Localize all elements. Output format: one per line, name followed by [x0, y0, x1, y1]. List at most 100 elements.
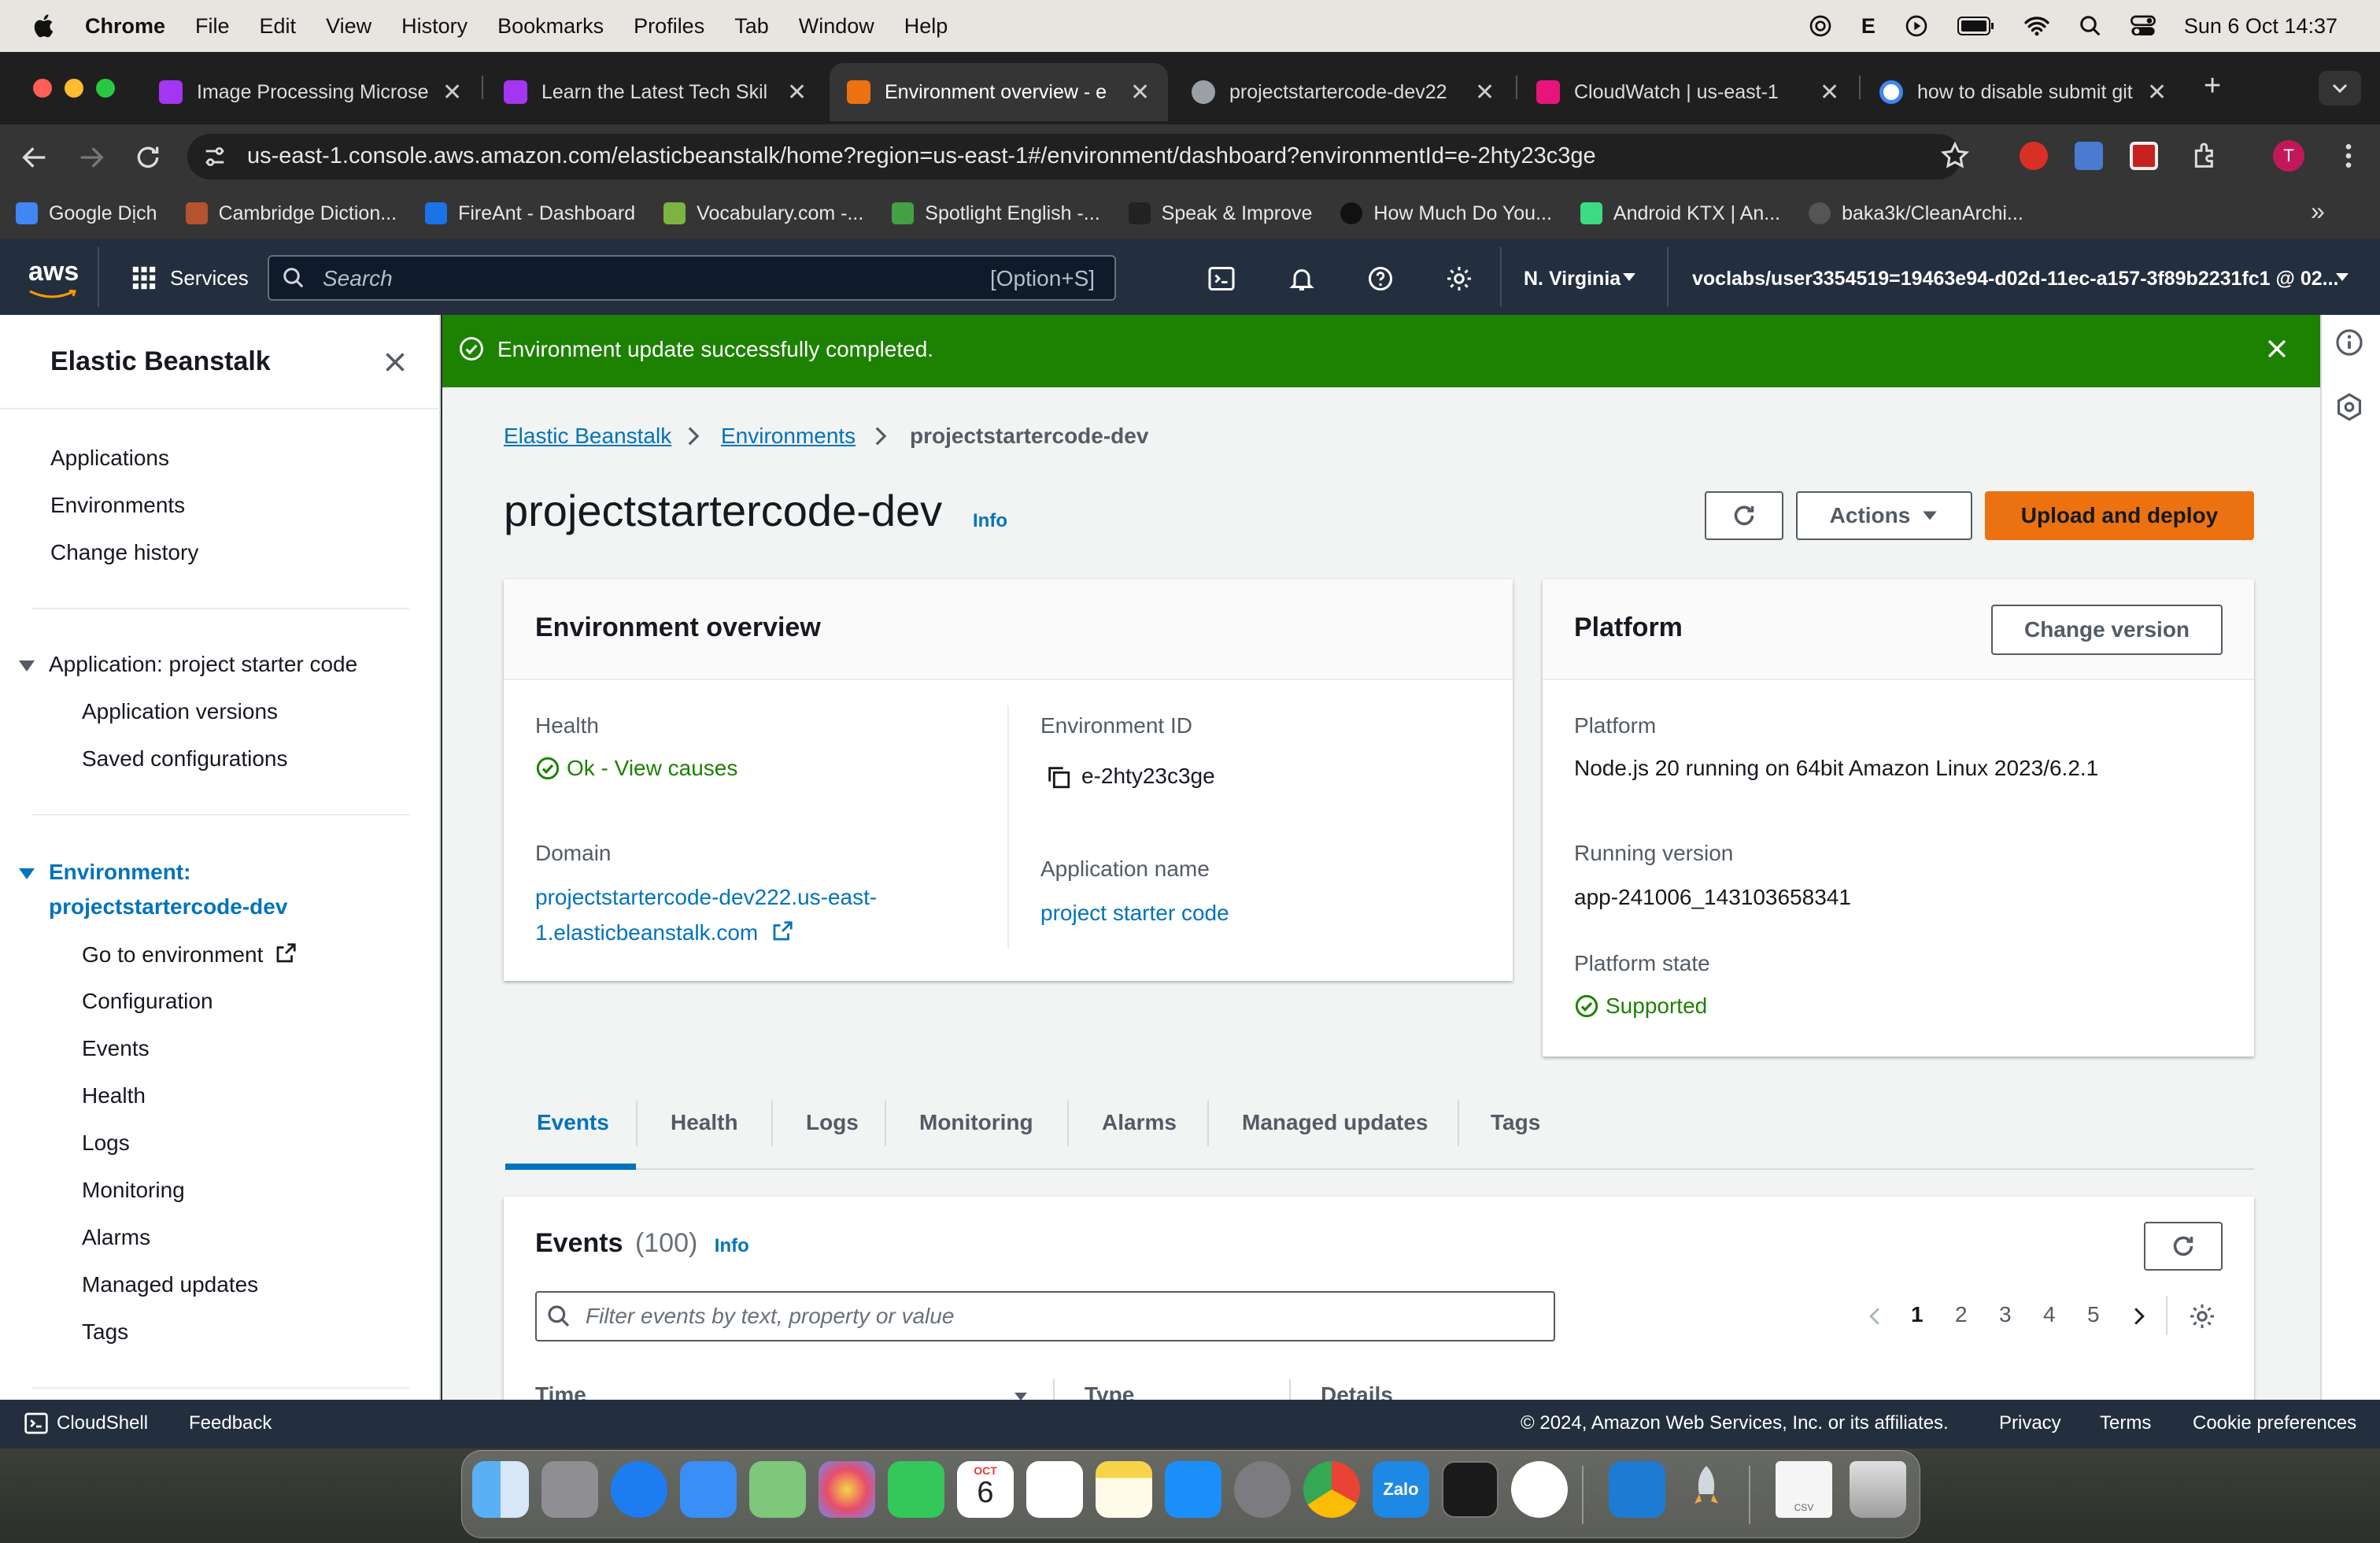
account-menu[interactable]: voclabs/user3354519=19463e94-d02d-11ec-a…	[1692, 268, 2338, 290]
facetime-icon[interactable]	[888, 1461, 944, 1518]
tab-managed-updates[interactable]: Managed updates	[1242, 1110, 1428, 1135]
browser-tab[interactable]: Image Processing Microse ✕	[142, 63, 472, 121]
launchpad-icon[interactable]	[541, 1461, 598, 1518]
minimize-window-button[interactable]	[65, 79, 83, 98]
bookmark-item[interactable]: FireAnt - Dashboard	[425, 202, 635, 225]
battery-icon[interactable]	[1957, 16, 1995, 36]
extension-icon[interactable]	[2130, 142, 2158, 170]
sidebar-section-application[interactable]: Application: project starter code	[49, 652, 357, 677]
translate-extension-icon[interactable]	[2075, 142, 2103, 170]
browser-tab[interactable]: CloudWatch | us-east-1 ✕	[1519, 63, 1850, 121]
services-grid-icon[interactable]	[131, 265, 157, 291]
apple-icon[interactable]	[31, 13, 58, 39]
dismiss-flash-icon[interactable]	[2264, 335, 2290, 362]
close-tab-icon[interactable]: ✕	[442, 79, 462, 106]
extensions-puzzle-icon[interactable]	[2190, 140, 2221, 172]
tab-logs[interactable]: Logs	[806, 1110, 859, 1135]
spotlight-search-icon[interactable]	[2079, 14, 2102, 38]
chrome-icon[interactable]	[1303, 1461, 1360, 1518]
upload-and-deploy-button[interactable]: Upload and deploy	[1985, 491, 2254, 540]
sidebar-section-environment-name[interactable]: projectstartercode-dev	[49, 894, 287, 920]
notes-icon[interactable]	[1096, 1461, 1152, 1518]
close-window-button[interactable]	[33, 79, 52, 98]
rocket-app-icon[interactable]	[1678, 1461, 1735, 1518]
page-4[interactable]: 4	[2043, 1302, 2056, 1327]
new-tab-icon[interactable]: +	[2204, 69, 2221, 103]
refresh-button[interactable]	[1705, 491, 1783, 540]
events-refresh-button[interactable]	[2144, 1222, 2223, 1271]
services-menu[interactable]: Services	[170, 266, 249, 290]
browser-tab[interactable]: Learn the Latest Tech Skil ✕	[486, 63, 817, 121]
tab-monitoring[interactable]: Monitoring	[919, 1110, 1033, 1135]
sidebar-item-tags[interactable]: Tags	[82, 1319, 128, 1345]
cloudshell-icon[interactable]	[1207, 265, 1236, 293]
browser-tab-active[interactable]: Environment overview - e ✕	[830, 63, 1168, 121]
menu-profiles[interactable]: Profiles	[634, 14, 704, 39]
url-text[interactable]: us-east-1.console.aws.amazon.com/elastic…	[247, 143, 1596, 169]
help-icon[interactable]	[1366, 265, 1395, 293]
table-preferences-gear-icon[interactable]	[2188, 1302, 2216, 1330]
sidebar-item-configuration[interactable]: Configuration	[82, 989, 213, 1014]
menu-help[interactable]: Help	[904, 14, 948, 39]
cloudshell-footer-icon[interactable]	[24, 1411, 49, 1436]
sidebar-item-monitoring[interactable]: Monitoring	[82, 1178, 185, 1203]
control-center-icon[interactable]	[2130, 14, 2156, 38]
browser-tab[interactable]: projectstartercode-dev22 ✕	[1174, 63, 1505, 121]
page-2[interactable]: 2	[1955, 1302, 1968, 1327]
sidebar-item-logs[interactable]: Logs	[82, 1130, 130, 1156]
expand-caret-down-icon[interactable]	[17, 658, 36, 674]
menu-history[interactable]: History	[401, 14, 468, 39]
site-info-icon[interactable]	[201, 143, 228, 170]
events-info-link[interactable]: Info	[715, 1235, 749, 1256]
chatgpt-icon[interactable]	[1808, 13, 1833, 39]
bookmark-item[interactable]: Google Dịch	[16, 202, 157, 225]
bookmark-item[interactable]: Vocabulary.com -...	[663, 202, 863, 225]
close-tab-icon[interactable]: ✕	[1820, 79, 1839, 106]
app-store-icon[interactable]	[1165, 1461, 1221, 1518]
bookmark-item[interactable]: How Much Do You...	[1340, 202, 1552, 225]
calendar-icon[interactable]: OCT 6	[957, 1461, 1014, 1518]
sidebar-item-change-history[interactable]: Change history	[50, 540, 198, 565]
aws-search-input[interactable]	[268, 255, 1116, 301]
bookmark-item[interactable]: Spotlight English -...	[892, 202, 1100, 225]
trash-icon[interactable]	[1850, 1461, 1906, 1518]
play-circle-icon[interactable]	[1904, 13, 1929, 39]
bookmark-item[interactable]: Speak & Improve	[1128, 202, 1312, 225]
info-panel-icon[interactable]	[2334, 327, 2364, 357]
mail-icon[interactable]	[680, 1461, 737, 1518]
page-3[interactable]: 3	[1999, 1302, 2012, 1327]
sidebar-section-environment[interactable]: Environment:	[49, 860, 190, 885]
browser-tab[interactable]: how to disable submit git ✕	[1862, 63, 2177, 121]
tab-tags[interactable]: Tags	[1491, 1110, 1540, 1135]
wifi-icon[interactable]	[2023, 15, 2050, 37]
terminal-icon[interactable]	[1442, 1461, 1499, 1518]
menu-window[interactable]: Window	[799, 14, 874, 39]
input-source-indicator[interactable]: E	[1861, 14, 1876, 39]
menu-app-name[interactable]: Chrome	[85, 14, 165, 39]
footer-terms[interactable]: Terms	[2100, 1412, 2151, 1434]
zalo-icon[interactable]: Zalo	[1373, 1461, 1429, 1518]
expand-caret-down-icon[interactable]	[17, 866, 36, 882]
menu-view[interactable]: View	[326, 14, 371, 39]
back-icon[interactable]	[19, 142, 50, 173]
chatgpt-dock-icon[interactable]	[1511, 1461, 1568, 1518]
sidebar-item-applications[interactable]: Applications	[50, 446, 169, 471]
footer-privacy[interactable]: Privacy	[1999, 1412, 2061, 1434]
tutorial-panel-icon[interactable]	[2334, 392, 2364, 422]
sidebar-item-saved-configurations[interactable]: Saved configurations	[82, 746, 288, 772]
close-sidebar-icon[interactable]	[381, 348, 409, 376]
close-tab-icon[interactable]: ✕	[1130, 79, 1150, 106]
photos-icon[interactable]	[819, 1461, 875, 1518]
aws-logo[interactable]: aws	[28, 257, 79, 287]
sidebar-item-events[interactable]: Events	[82, 1036, 150, 1061]
adblock-extension-icon[interactable]	[2020, 142, 2048, 170]
tab-events[interactable]: Events	[537, 1110, 609, 1135]
page-info-link[interactable]: Info	[973, 510, 1007, 532]
sidebar-item-application-versions[interactable]: Application versions	[82, 699, 278, 724]
bookmark-item[interactable]: baka3k/CleanArchi...	[1809, 202, 2023, 225]
domain-link-line1[interactable]: projectstartercode-dev222.us-east-	[535, 885, 877, 910]
reload-icon[interactable]	[132, 142, 164, 173]
close-tab-icon[interactable]: ✕	[787, 79, 807, 106]
region-selector[interactable]: N. Virginia	[1524, 268, 1621, 290]
domain-link-line2[interactable]: 1.elasticbeanstalk.com	[535, 920, 794, 945]
